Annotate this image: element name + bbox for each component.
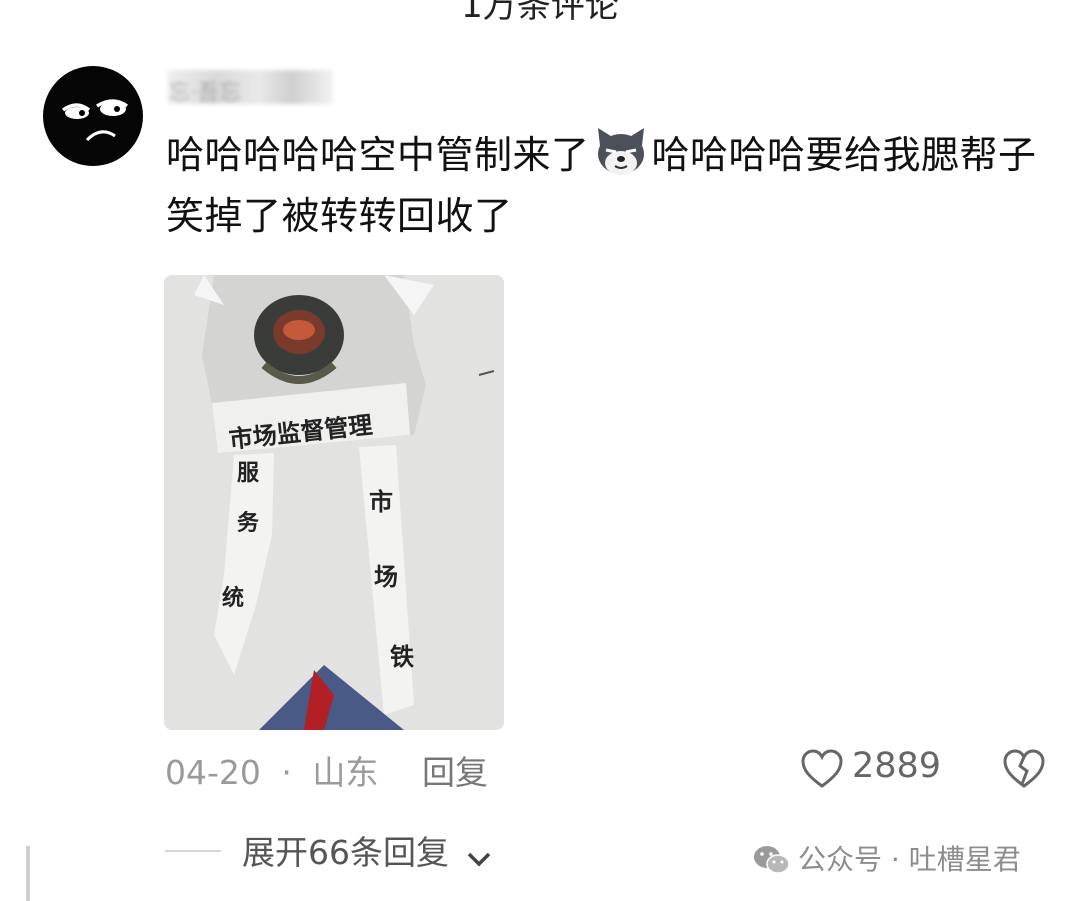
- annoyed-face-icon: [61, 99, 129, 142]
- comment-text-part1: 哈哈哈哈哈空中管制来了: [166, 133, 590, 177]
- wechat-icon: [752, 843, 792, 877]
- svg-text:服: 服: [237, 461, 260, 486]
- comment-date: 04-20: [165, 753, 261, 792]
- reply-button[interactable]: 回复: [422, 746, 488, 794]
- username-blurred[interactable]: 忘·吾忘: [168, 70, 333, 104]
- chevron-down-icon: [467, 852, 490, 867]
- watermark-text: 公众号 · 吐槽星君: [798, 843, 1021, 876]
- svg-text:场: 场: [374, 563, 398, 591]
- expand-replies-label: 展开66条回复: [242, 833, 449, 872]
- svg-text:市: 市: [369, 488, 393, 516]
- avatar[interactable]: [43, 66, 143, 166]
- wolf-emoji-icon: [592, 124, 650, 182]
- svg-text:铁: 铁: [390, 643, 414, 671]
- like-count: 2889: [852, 746, 942, 786]
- broken-heart-icon[interactable]: [1002, 748, 1046, 790]
- meta-separator: ·: [281, 753, 292, 792]
- svg-text:务: 务: [237, 511, 260, 536]
- comments-count-title: 1万条评论: [461, 0, 619, 26]
- heart-outline-icon[interactable]: [800, 748, 844, 790]
- comment-meta: 04-20 · 山东: [165, 746, 378, 794]
- comment-location: 山东: [312, 753, 379, 792]
- expand-divider: [165, 850, 221, 852]
- left-divider: [26, 846, 30, 901]
- comment-image[interactable]: 市场监督管理 服 务 统 市 场 铁: [164, 275, 504, 730]
- comment-text: 哈哈哈哈哈空中管制来了 哈哈哈哈要给我腮帮子笑掉了被转转回收了: [166, 124, 1056, 247]
- expand-replies-button[interactable]: 展开66条回复: [242, 826, 492, 874]
- svg-text:统: 统: [222, 585, 244, 611]
- watermark: 公众号 · 吐槽星君: [752, 838, 1021, 878]
